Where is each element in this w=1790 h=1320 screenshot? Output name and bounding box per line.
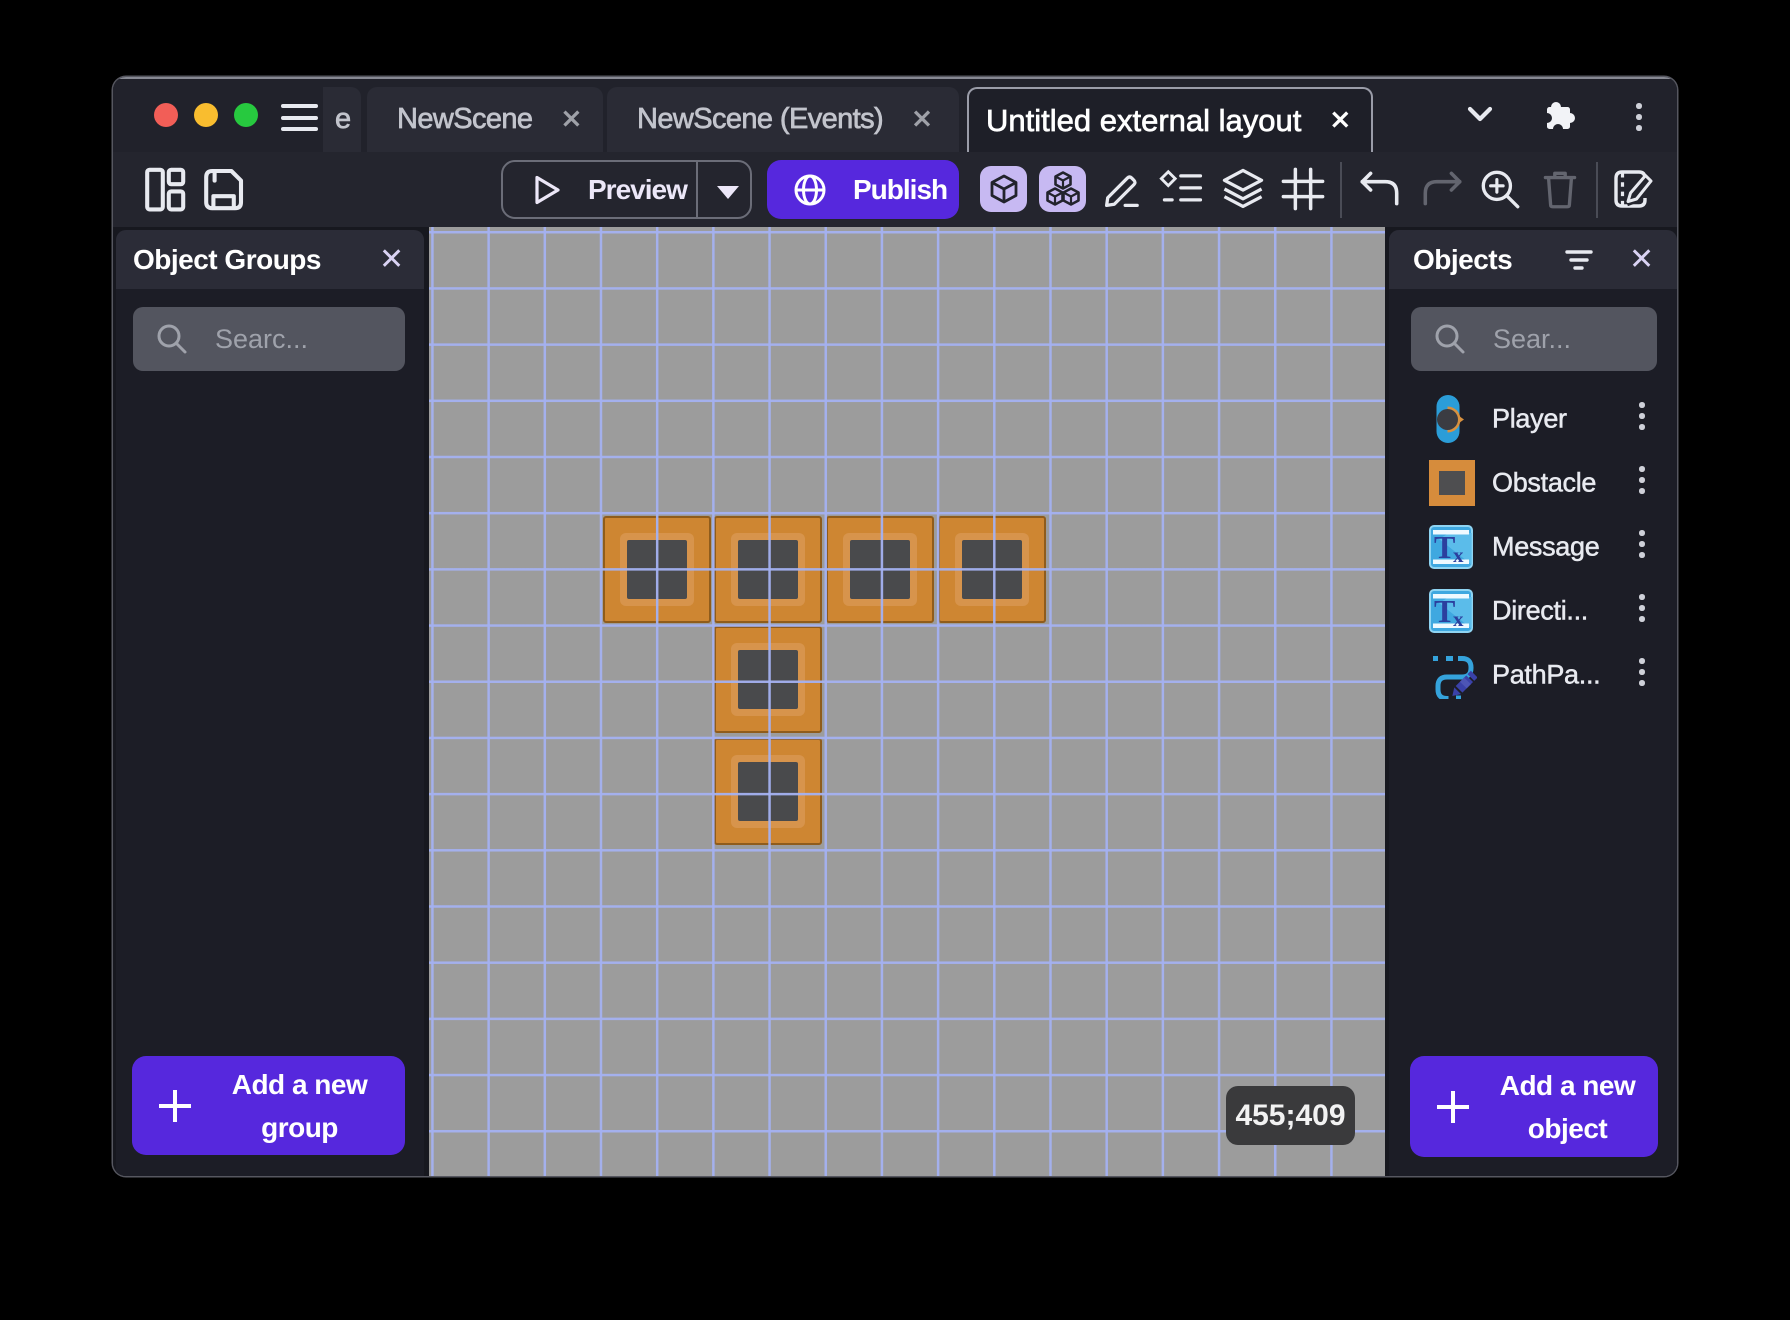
svg-text:x: x bbox=[1453, 607, 1464, 631]
svg-text:x: x bbox=[1453, 543, 1464, 567]
